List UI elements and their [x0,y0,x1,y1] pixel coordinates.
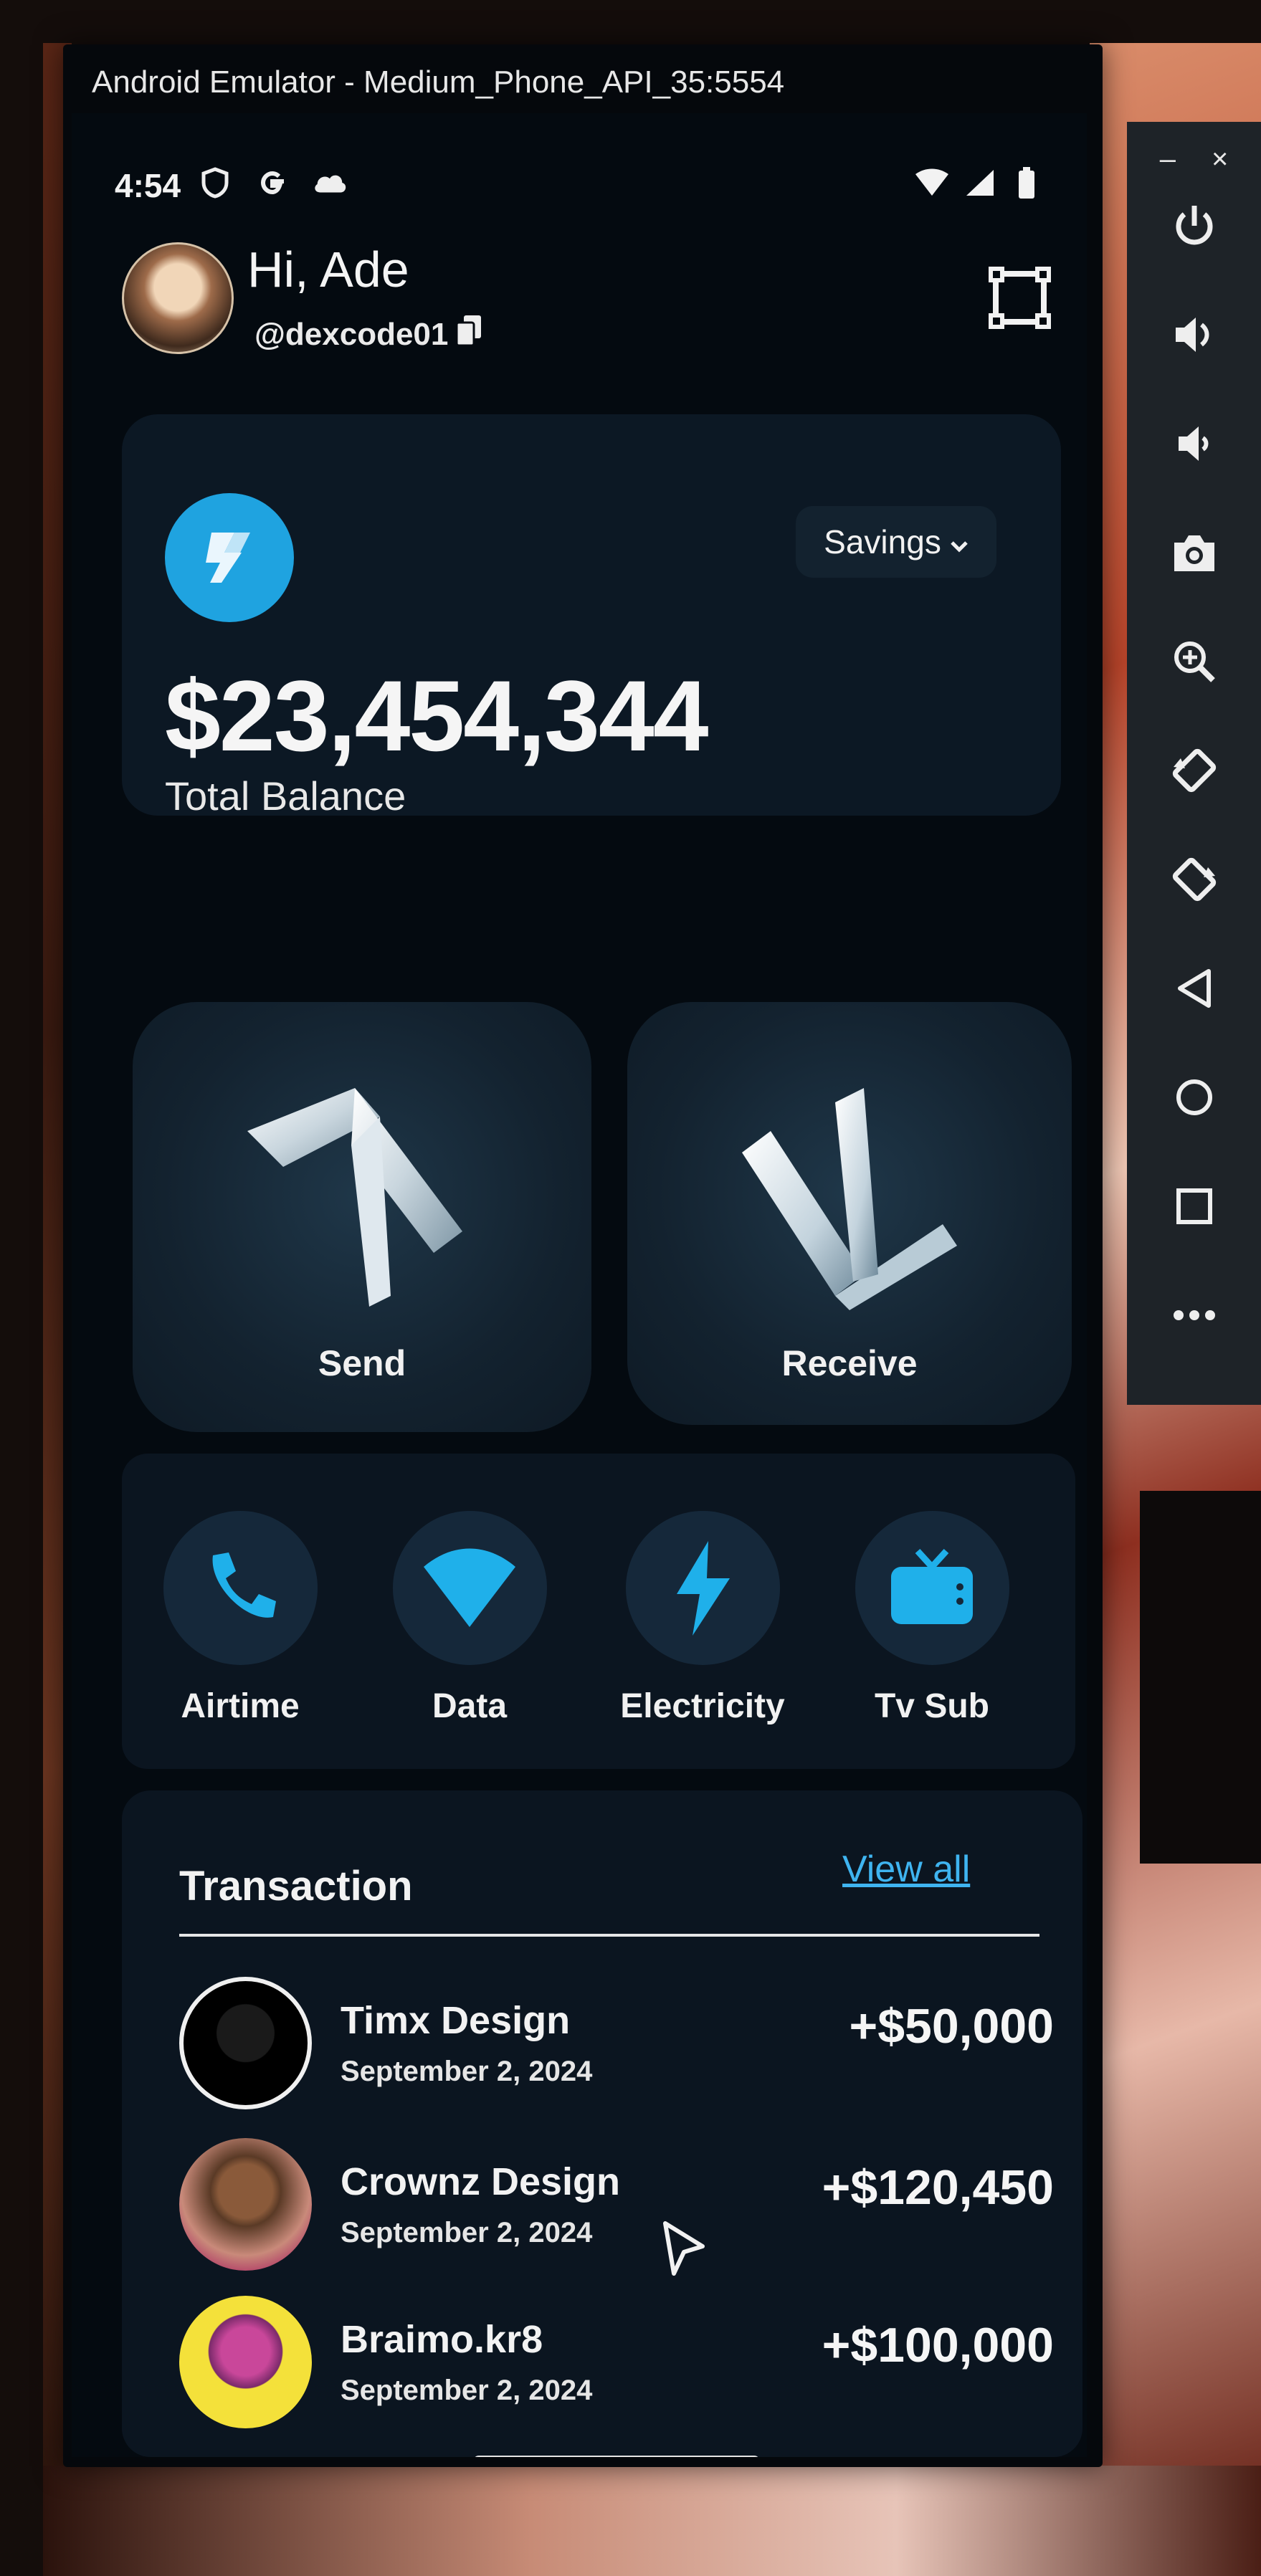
battery-icon [1009,165,1045,201]
wifi-icon [392,1511,547,1665]
transaction-row[interactable]: Crownz Design September 2, 2024 +$120,45… [179,2138,1054,2281]
more-icon[interactable] [1158,1279,1230,1351]
util-data[interactable]: Data [380,1511,559,1726]
app-logo-icon [165,493,294,622]
user-avatar[interactable] [122,242,234,354]
back-icon[interactable] [1158,953,1230,1024]
overview-icon[interactable] [1158,1170,1230,1242]
receive-button[interactable]: Receive [627,1002,1072,1425]
transaction-amount: +$100,000 [822,2318,1054,2372]
phone-screen: 4:54 Hi, Ade @dexcode01 Savings $23,454,… [72,113,1087,2457]
tv-icon [855,1511,1009,1665]
zoom-icon[interactable] [1158,626,1230,697]
lightning-icon [625,1511,780,1665]
emulator-toolbar: – × [1127,122,1261,1405]
gesture-home-bar[interactable] [473,2456,760,2457]
rotate-left-icon[interactable] [1158,735,1230,806]
view-all-link[interactable]: View all [842,1848,970,1891]
window-title: Android Emulator - Medium_Phone_API_35:5… [92,65,785,100]
util-electricity[interactable]: Electricity [613,1511,792,1726]
signal-icon [961,165,997,201]
minimize-button[interactable]: – [1160,143,1176,176]
copy-icon[interactable] [455,314,484,355]
transaction-date: September 2, 2024 [341,2056,593,2087]
wifi-status-icon [914,165,950,201]
send-button[interactable]: Send [133,1002,591,1432]
transaction-name: Timx Design [341,1999,571,2042]
user-handle-text: @dexcode01 [254,316,449,352]
transaction-amount: +$50,000 [849,1999,1054,2053]
transaction-date: September 2, 2024 [341,2375,593,2406]
shield-icon [197,165,233,201]
avatar [179,2296,312,2428]
phone-icon [163,1511,318,1665]
transaction-row[interactable]: Braimo.kr8 September 2, 2024 +$100,000 [179,2296,1054,2439]
balance-amount: $23,454,344 [165,659,709,772]
close-button[interactable]: × [1212,143,1228,176]
user-handle: @dexcode01 [254,314,484,355]
status-icons-right [914,165,1045,201]
receive-label: Receive [781,1343,918,1383]
transaction-name: Braimo.kr8 [341,2318,543,2361]
mouse-cursor-icon [658,2218,715,2282]
volume-down-icon[interactable] [1158,408,1230,480]
google-icon [254,165,290,201]
util-label: Electricity [620,1687,785,1725]
account-type-dropdown[interactable]: Savings [796,506,996,578]
rotate-right-icon[interactable] [1158,844,1230,915]
util-tv-sub[interactable]: Tv Sub [842,1511,1022,1726]
camera-icon[interactable] [1158,517,1230,588]
home-icon[interactable] [1158,1062,1230,1133]
power-icon[interactable] [1158,190,1230,262]
util-airtime[interactable]: Airtime [151,1511,330,1726]
send-label: Send [318,1343,406,1383]
transaction-date: September 2, 2024 [341,2217,593,2248]
utilities-card: Airtime Data Electricity Tv Sub [122,1454,1075,1769]
transaction-name: Crownz Design [341,2160,621,2203]
transactions-title: Transaction [179,1863,413,1909]
account-type-label: Savings [824,523,941,560]
util-label: Airtime [181,1687,300,1725]
avatar [179,2138,312,2271]
greeting: Hi, Ade [247,242,409,297]
send-arrow-icon [226,1059,498,1332]
desktop-background [43,2466,1261,2576]
transactions-card: Transaction View all Timx Design Septemb… [122,1790,1082,2457]
transaction-row[interactable]: Timx Design September 2, 2024 +$50,000 [179,1977,1054,2120]
status-icons-left [197,165,348,201]
util-label: Tv Sub [874,1687,989,1725]
avatar [179,1977,312,2109]
receive-arrow-icon [713,1059,986,1332]
divider [179,1934,1039,1937]
util-label: Data [432,1687,508,1725]
window-titlebar[interactable]: Android Emulator - Medium_Phone_API_35:5… [63,44,1103,116]
status-time: 4:54 [115,167,181,204]
cloud-icon [312,165,348,201]
transaction-amount: +$120,450 [822,2160,1054,2215]
volume-up-icon[interactable] [1158,299,1230,371]
emulator-window: Android Emulator - Medium_Phone_API_35:5… [63,44,1103,2467]
scan-icon[interactable] [986,264,1054,332]
chevron-down-icon [950,523,969,561]
balance-card: Savings $23,454,344 Total Balance [122,414,1061,819]
balance-label: Total Balance [165,773,406,819]
desktop-background [1140,1491,1261,1864]
